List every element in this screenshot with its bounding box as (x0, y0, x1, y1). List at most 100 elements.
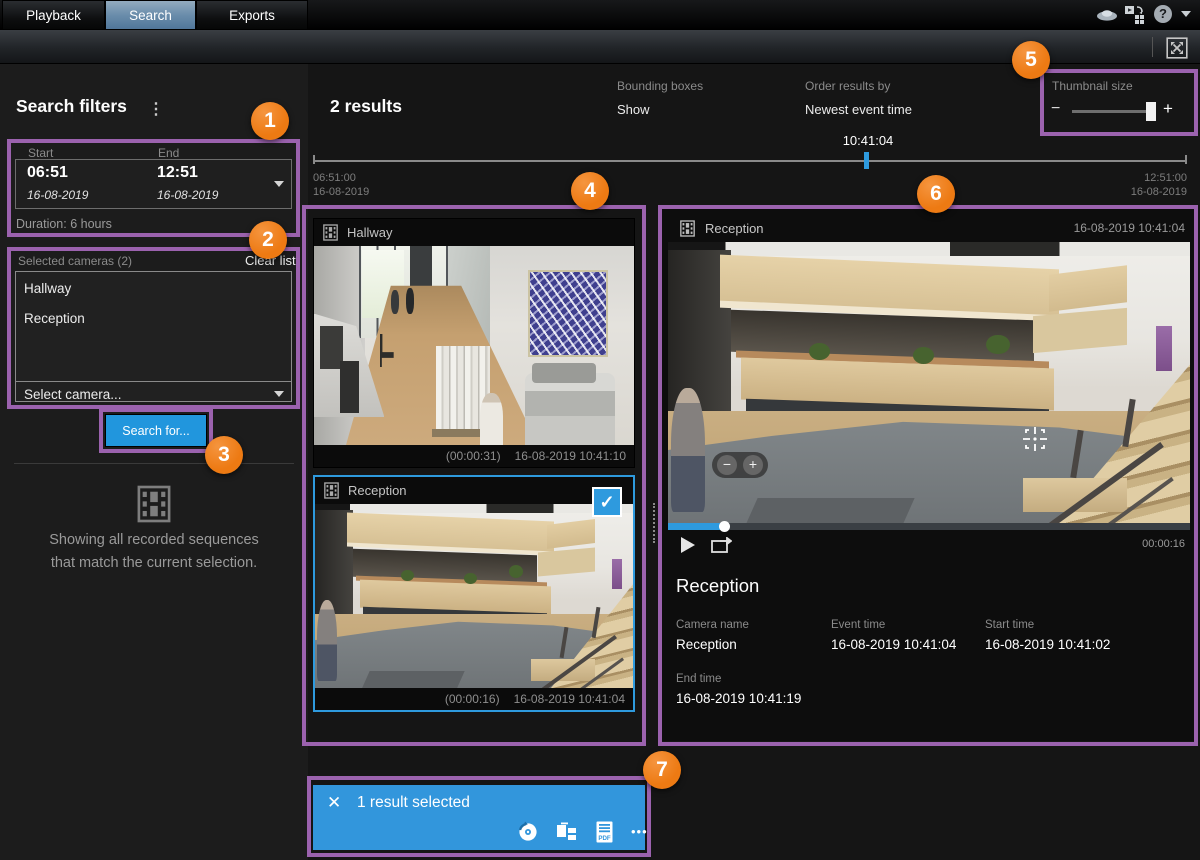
thumbnail-size-slider-track[interactable] (1072, 110, 1154, 113)
zoom-out-icon[interactable]: − (717, 455, 737, 475)
result-duration: (00:00:31) (446, 449, 501, 463)
timeline-end-tick (1185, 155, 1187, 164)
help-icon[interactable]: ? (1154, 5, 1172, 23)
selection-actions: PDF ••• (516, 820, 648, 843)
clear-selection-close-icon[interactable]: ✕ (327, 793, 341, 813)
selection-count-text: 1 result selected (357, 794, 470, 812)
start-time-value: 06:51 (27, 164, 68, 182)
film-icon (323, 224, 338, 241)
event-time-value: 16-08-2019 10:41:04 (831, 637, 956, 652)
result-card-camera-name: Reception (348, 483, 407, 498)
fullscreen-icon[interactable] (1166, 37, 1188, 59)
play-button[interactable] (681, 537, 695, 553)
bounding-boxes-dropdown[interactable]: Show (617, 102, 650, 117)
reception-thumbnail[interactable] (315, 504, 633, 688)
start-date-value: 16-08-2019 (27, 188, 88, 202)
callout-badge-4: 4 (571, 172, 609, 210)
sequences-film-icon (137, 485, 171, 523)
start-time-label: Start time (985, 619, 1034, 631)
preview-title: Reception (676, 575, 759, 597)
timeline-track[interactable] (313, 160, 1187, 162)
end-time-value: 12:51 (157, 164, 198, 182)
film-icon (324, 482, 339, 499)
toolbar-divider (1152, 37, 1153, 57)
status-cloud-icon[interactable] (1095, 7, 1119, 23)
result-card-hallway-header: Hallway (314, 219, 634, 246)
more-options-icon[interactable]: ••• (631, 824, 648, 839)
select-camera-dropdown[interactable]: Select camera... (24, 387, 122, 402)
preview-video[interactable] (668, 242, 1190, 523)
callout-badge-7: 7 (643, 751, 681, 789)
view-layout-icon[interactable] (556, 822, 578, 842)
titlebar-chevron-down-icon[interactable] (1181, 11, 1191, 17)
sidebar-divider (14, 463, 294, 464)
hallway-thumbnail[interactable] (314, 246, 634, 445)
svg-text:PDF: PDF (598, 835, 611, 842)
preview-elapsed-time: 00:00:16 (1085, 538, 1185, 550)
result-duration: (00:00:16) (445, 692, 500, 706)
end-date-value: 16-08-2019 (157, 188, 218, 202)
film-icon (680, 220, 695, 237)
thumbnail-size-plus-icon[interactable]: + (1163, 99, 1173, 119)
preview-camera-name: Reception (705, 221, 764, 236)
result-timestamp: 16-08-2019 10:41:10 (515, 449, 626, 463)
select-camera-chevron-down-icon[interactable] (274, 391, 284, 397)
camera-list-divider (15, 381, 292, 382)
end-time-label: End time (676, 673, 721, 685)
search-filters-title: Search filters (16, 96, 127, 117)
empty-state-line1: Showing all recorded sequences (0, 532, 308, 548)
panel-splitter-handle[interactable] (653, 503, 655, 543)
thumbnail-size-minus-icon[interactable]: − (1051, 100, 1060, 118)
timeline-start-date: 16-08-2019 (313, 186, 369, 198)
result-card-camera-name: Hallway (347, 225, 393, 240)
callout-badge-2: 2 (249, 221, 287, 259)
tab-search[interactable]: Search (105, 0, 196, 30)
thumbnail-size-label: Thumbnail size (1052, 79, 1133, 93)
pdf-report-icon[interactable]: PDF (595, 821, 614, 843)
independent-playback-icon[interactable] (710, 537, 732, 554)
result-card-hallway-footer: (00:00:31) 16-08-2019 10:41:10 (314, 445, 634, 467)
multi-window-icon[interactable] (1124, 4, 1146, 26)
selected-cameras-label: Selected cameras (2) (18, 254, 132, 268)
callout-badge-1: 1 (251, 102, 289, 140)
ptz-crosshair-icon (1020, 424, 1050, 454)
time-range-chevron-down-icon[interactable] (274, 181, 284, 187)
timeline-current-time: 10:41:04 (828, 133, 908, 148)
preview-progress-handle[interactable] (719, 521, 730, 532)
order-results-dropdown[interactable]: Newest event time (805, 102, 912, 117)
thumbnail-size-slider-handle[interactable] (1146, 102, 1156, 121)
result-card-hallway[interactable]: Hallway (00:00:31) 16-08-2019 10:41:10 (313, 218, 635, 468)
results-count: 2 results (330, 96, 402, 117)
duration-text: Duration: 6 hours (16, 217, 112, 231)
timeline-start-tick (313, 155, 315, 164)
search-for-button[interactable]: Search for... (105, 414, 207, 447)
result-card-reception-header: Reception (315, 477, 633, 504)
callout-badge-3: 3 (205, 436, 243, 474)
callout-badge-6: 6 (917, 175, 955, 213)
event-time-label: Event time (831, 619, 885, 631)
timeline-end-time: 12:51:00 (1087, 172, 1187, 184)
search-filters-menu-icon[interactable]: ⋮ (148, 99, 164, 119)
preview-timestamp: 16-08-2019 10:41:04 (1005, 221, 1185, 235)
export-video-icon[interactable] (516, 820, 539, 843)
tab-playback[interactable]: Playback (2, 0, 105, 30)
start-time-value: 16-08-2019 10:41:02 (985, 637, 1110, 652)
start-label: Start (28, 146, 53, 160)
result-selected-checkbox[interactable]: ✓ (592, 487, 622, 517)
preview-progress-track[interactable] (668, 523, 1190, 530)
callout-badge-5: 5 (1012, 41, 1050, 79)
tab-exports[interactable]: Exports (196, 0, 308, 30)
result-card-reception[interactable]: Reception (00:00:16) 16-08-2019 10:41:04 (313, 475, 635, 712)
end-time-value: 16-08-2019 10:41:19 (676, 691, 801, 706)
empty-state-line2: that match the current selection. (0, 555, 308, 571)
camera-list-item-hallway[interactable]: Hallway (24, 281, 71, 296)
timeline-playhead[interactable] (864, 152, 869, 169)
zoom-in-icon[interactable]: + (743, 455, 763, 475)
result-card-reception-footer: (00:00:16) 16-08-2019 10:41:04 (315, 688, 633, 710)
camera-name-label: Camera name (676, 619, 749, 631)
result-timestamp: 16-08-2019 10:41:04 (514, 692, 625, 706)
camera-list-item-reception[interactable]: Reception (24, 311, 85, 326)
order-results-label: Order results by (805, 79, 890, 93)
timeline-end-date: 16-08-2019 (1087, 186, 1187, 198)
timeline-start-time: 06:51:00 (313, 172, 356, 184)
